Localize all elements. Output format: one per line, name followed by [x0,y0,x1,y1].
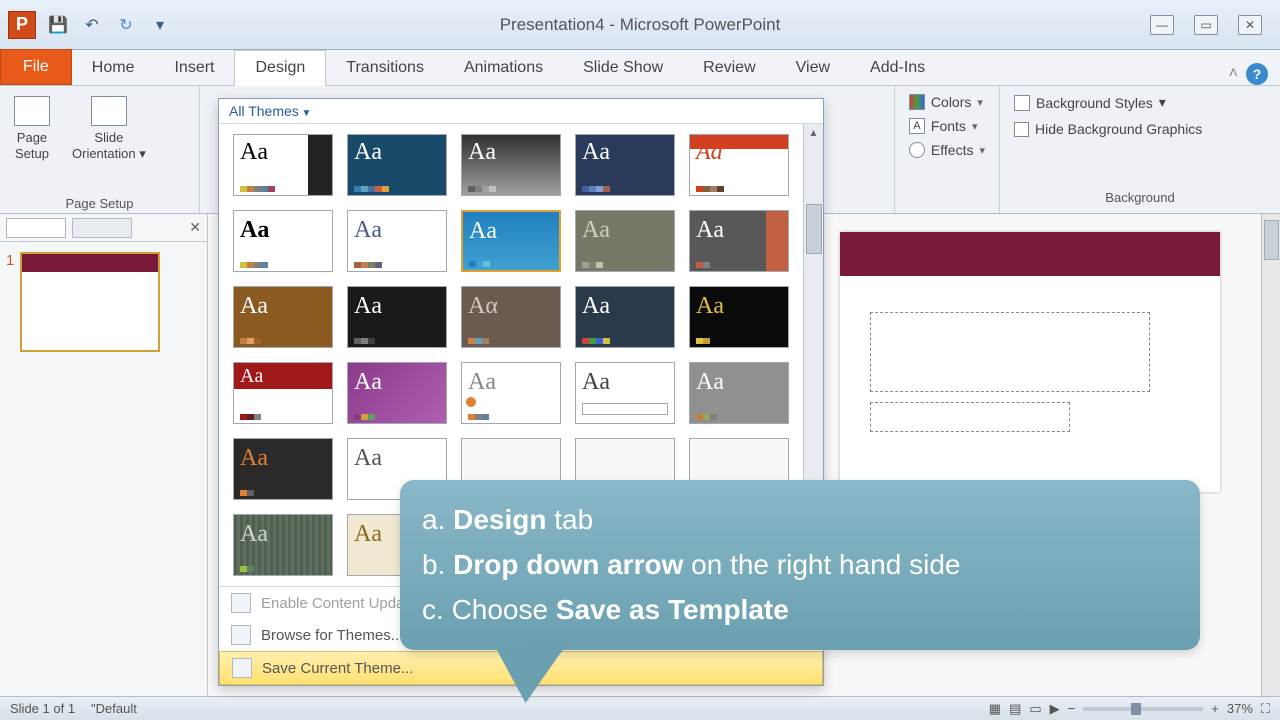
zoom-in-button[interactable]: + [1211,701,1219,716]
colors-icon [909,94,925,110]
theme-thumb[interactable]: Aa [347,362,447,424]
tab-file[interactable]: File [0,49,72,85]
tab-home[interactable]: Home [72,51,155,85]
theme-thumb[interactable]: Aa [689,362,789,424]
undo-icon[interactable]: ↶ [80,13,104,37]
theme-thumb[interactable]: Aa [575,134,675,196]
theme-thumb[interactable]: Aa [461,134,561,196]
tab-insert[interactable]: Insert [154,51,234,85]
theme-thumb[interactable]: Aα [461,286,561,348]
close-button[interactable]: ✕ [1238,15,1262,35]
hide-bg-checkbox[interactable]: Hide Background Graphics [1014,121,1266,137]
status-bar: Slide 1 of 1 "Default ▦ ▤ ▭ ▶ − + 37% ⛶ [0,696,1280,720]
panel-close-icon[interactable]: ✕ [189,219,201,236]
collapse-ribbon-icon[interactable]: ˄ [1229,65,1238,83]
theme-thumb[interactable]: Aa [689,286,789,348]
slide-thumbnail-1[interactable]: 1 [0,242,207,362]
status-slide: Slide 1 of 1 [10,701,75,716]
bg-styles-icon [1014,95,1030,111]
tab-addins[interactable]: Add-Ins [850,51,945,85]
theme-thumb[interactable]: Aa [689,134,789,196]
gallery-header[interactable]: All Themes [219,99,823,124]
app-icon: P [8,11,36,39]
theme-thumb[interactable]: Aa [233,438,333,500]
qat-more-icon[interactable]: ▾ [148,13,172,37]
variants-group: Colors AFonts Effects [895,86,1000,213]
fonts-icon: A [909,118,925,134]
theme-thumb[interactable]: Aa [689,210,789,272]
theme-thumb[interactable]: Aa [575,286,675,348]
save-icon[interactable]: 💾 [46,13,70,37]
background-group: Background Styles ▾ Hide Background Grap… [1000,86,1280,213]
view-sorter-icon[interactable]: ▤ [1009,701,1021,717]
window-title: Presentation4 - Microsoft PowerPoint [500,15,781,35]
tab-view[interactable]: View [776,51,850,85]
view-reading-icon[interactable]: ▭ [1029,701,1041,717]
tab-transitions[interactable]: Transitions [326,51,444,85]
zoom-out-button[interactable]: − [1068,701,1076,716]
fonts-button[interactable]: AFonts [909,118,985,134]
theme-thumb[interactable]: Aa [233,210,333,272]
slides-tab[interactable] [6,218,66,238]
effects-icon [909,142,925,158]
ribbon-tabs: File Home Insert Design Transitions Anim… [0,50,1280,86]
tab-review[interactable]: Review [683,51,775,85]
page-setup-button[interactable]: Page Setup [10,92,54,194]
background-styles-button[interactable]: Background Styles ▾ [1014,94,1266,111]
slide-orientation-button[interactable]: Slide Orientation ▾ [68,92,150,194]
orientation-icon [91,96,127,126]
outline-tab[interactable] [72,218,132,238]
theme-thumb[interactable]: Aa [461,210,561,272]
theme-thumb[interactable]: Aa [233,134,333,196]
zoom-slider[interactable] [1083,707,1203,711]
theme-thumb[interactable]: Aa [233,362,333,424]
theme-thumb[interactable]: Aa [233,286,333,348]
status-theme: "Default [91,701,137,716]
colors-button[interactable]: Colors [909,94,985,110]
update-icon [231,593,251,613]
view-normal-icon[interactable]: ▦ [989,701,1001,717]
view-slideshow-icon[interactable]: ▶ [1050,701,1060,717]
maximize-button[interactable]: ▭ [1194,15,1218,35]
theme-thumb[interactable]: Aa [347,286,447,348]
theme-thumb[interactable]: Aa [233,514,333,576]
group-label-background: Background [1014,190,1266,205]
redo-icon[interactable]: ↻ [114,13,138,37]
instruction-callout: a. Design tab b. Drop down arrow on the … [400,480,1200,650]
theme-thumb[interactable]: Aa [575,362,675,424]
theme-thumb[interactable]: Aa [347,210,447,272]
slides-panel: ✕ 1 [0,214,208,696]
theme-thumb[interactable]: Aa [461,362,561,424]
tab-design[interactable]: Design [234,50,326,86]
effects-button[interactable]: Effects [909,142,985,158]
title-bar: P 💾 ↶ ↻ ▾ Presentation4 - Microsoft Powe… [0,0,1280,50]
page-setup-icon [14,96,50,126]
group-label-pagesetup: Page Setup [10,196,189,211]
editor-scrollbar[interactable] [1261,214,1280,696]
tab-slideshow[interactable]: Slide Show [563,51,683,85]
save-theme-icon [232,658,252,678]
zoom-level[interactable]: 37% [1227,701,1253,716]
scroll-up-icon[interactable]: ▲ [804,124,823,142]
theme-thumb[interactable]: Aa [347,134,447,196]
slide-canvas[interactable] [840,232,1220,492]
help-button[interactable]: ? [1246,63,1268,85]
tab-animations[interactable]: Animations [444,51,563,85]
browse-icon [231,625,251,645]
checkbox-icon [1014,122,1029,137]
minimize-button[interactable]: — [1150,15,1174,35]
fit-window-icon[interactable]: ⛶ [1261,701,1270,717]
theme-thumb[interactable]: Aa [575,210,675,272]
